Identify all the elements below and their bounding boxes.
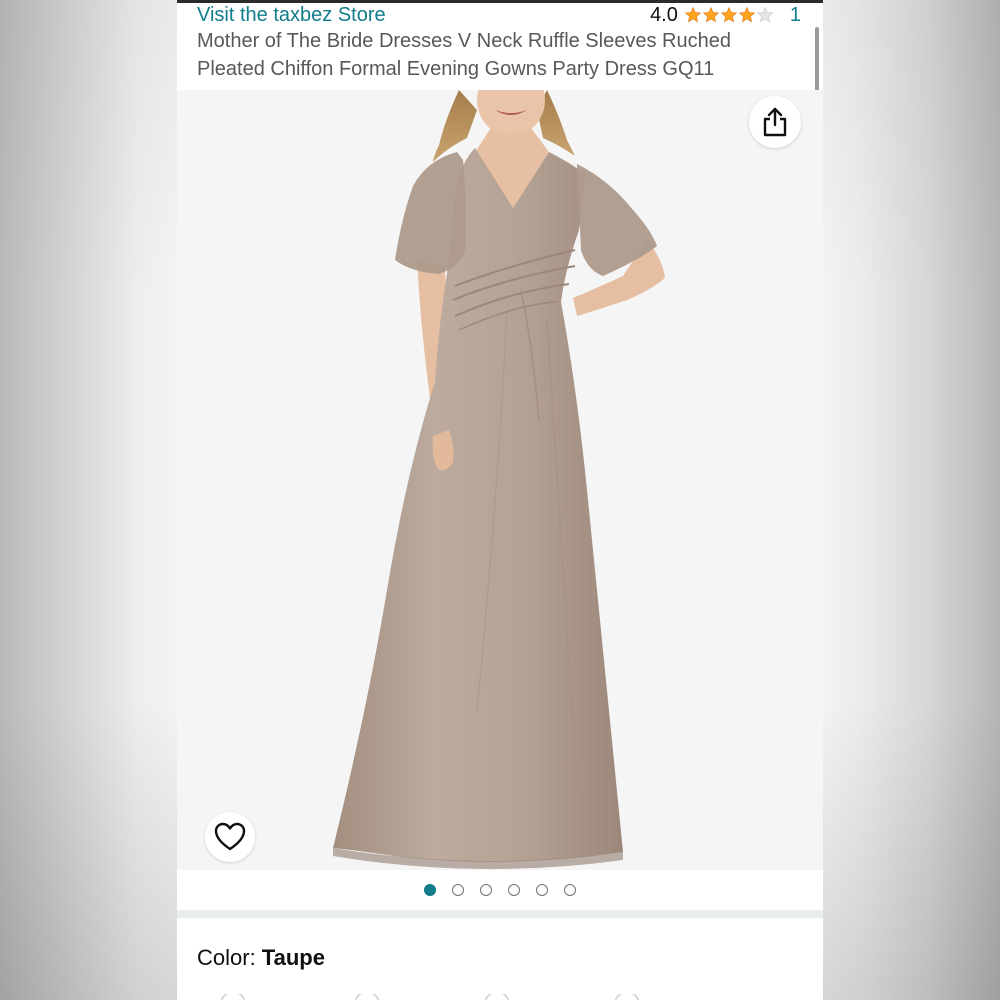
color-selection-label: Color: Taupe [197, 944, 325, 972]
star-icon [738, 6, 756, 23]
carousel-dot[interactable] [536, 884, 548, 896]
rating-summary[interactable]: 4.0 1 [650, 3, 801, 27]
product-image[interactable] [177, 90, 823, 870]
product-image-carousel[interactable] [177, 90, 823, 870]
section-divider [177, 910, 823, 918]
product-title: Mother of The Bride Dresses V Neck Ruffl… [197, 30, 731, 80]
carousel-dot[interactable] [424, 884, 436, 896]
rating-value: 4.0 [650, 4, 678, 26]
star-icon [756, 6, 774, 23]
share-icon [763, 107, 787, 137]
star-icon [684, 6, 702, 23]
star-rating [684, 6, 774, 24]
carousel-dot[interactable] [564, 884, 576, 896]
share-button[interactable] [749, 96, 801, 148]
star-icon [720, 6, 738, 23]
store-rating-row: Visit the taxbez Store 4.0 1 [197, 3, 801, 27]
carousel-dot[interactable] [508, 884, 520, 896]
rating-count-link[interactable]: 1 [790, 3, 801, 27]
favorite-button[interactable] [205, 812, 255, 862]
color-value: Taupe [261, 945, 325, 970]
star-icon [702, 6, 720, 23]
product-page: Visit the taxbez Store 4.0 1 Mother of T… [177, 0, 823, 1000]
carousel-dot[interactable] [480, 884, 492, 896]
color-swatch-row[interactable] [197, 994, 797, 1000]
color-label: Color: [197, 945, 262, 970]
carousel-dot[interactable] [452, 884, 464, 896]
heart-icon [214, 822, 246, 851]
carousel-dots [177, 880, 823, 900]
visit-store-link[interactable]: Visit the taxbez Store [197, 3, 386, 27]
